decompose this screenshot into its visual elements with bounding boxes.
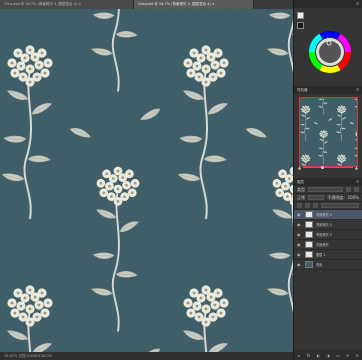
layer-thumbnail	[305, 211, 313, 218]
layers-footer: ∞ fx ◐ ◑ ▭ + ✕	[294, 350, 362, 360]
layer-row[interactable]: ◉ 背景	[294, 260, 362, 270]
status-bar: 16.67% 文档:3.00M/126.0M	[0, 352, 293, 360]
layer-kind-select[interactable]	[308, 187, 343, 192]
blend-row: 正常 不透明度: 100%	[294, 194, 362, 202]
zoom-knob[interactable]	[321, 165, 325, 169]
zoom-out-icon[interactable]: ▲	[298, 165, 301, 170]
background-swatch[interactable]	[297, 22, 304, 29]
lock-icon[interactable]	[297, 203, 302, 208]
layer-thumbnail	[305, 231, 313, 238]
hamburger-icon[interactable]: ☰	[356, 2, 359, 6]
lock-row	[294, 202, 362, 210]
color-wheel[interactable]	[308, 30, 352, 74]
eye-icon[interactable]: ◉	[297, 222, 302, 227]
eye-icon[interactable]: ◉	[297, 212, 302, 217]
blend-mode-dropdown[interactable]	[308, 195, 325, 200]
navigator-title[interactable]: 导航器	[297, 88, 308, 93]
document-tab-label: Unsaved @ 16.7% (背景拷贝 4, 图层混合 4) ×	[138, 2, 215, 6]
lock-icon[interactable]	[305, 203, 310, 208]
layer-name: 背景拷贝	[316, 243, 329, 247]
layer-row[interactable]: ◉ 图层 1	[294, 250, 362, 260]
layer-filter-row: 类型	[294, 186, 362, 194]
layer-name: 背景拷贝 3	[316, 223, 332, 227]
eye-icon[interactable]: ◉	[297, 262, 302, 267]
zoom-track[interactable]	[303, 165, 353, 169]
layer-row[interactable]: ◉ 背景拷贝 3	[294, 220, 362, 230]
document-tab-label: CH-s.psd @ 16.7% (背景拷贝 4, 图层混合 4) ×	[4, 2, 82, 6]
navigator-header: 导航器 ☰	[294, 86, 362, 94]
layer-row[interactable]: ◉ 背景拷贝 2	[294, 230, 362, 240]
pattern-canvas[interactable]	[0, 9, 293, 352]
document-tab-1[interactable]: CH-s.psd @ 16.7% (背景拷贝 4, 图层混合 4) ×	[0, 0, 134, 9]
eye-icon[interactable]: ◉	[297, 232, 302, 237]
filter-icon[interactable]	[354, 187, 359, 192]
layer-name: 背景拷贝 4	[316, 213, 332, 217]
trash-icon[interactable]: ✕	[355, 353, 358, 358]
folder-icon[interactable]: ▭	[336, 353, 340, 358]
document-area: CH-s.psd @ 16.7% (背景拷贝 4, 图层混合 4) × Unsa…	[0, 0, 293, 360]
blend-mode-select[interactable]: 正常	[297, 195, 305, 201]
document-tab-2[interactable]: Unsaved @ 16.7% (背景拷贝 4, 图层混合 4) ×	[134, 0, 254, 9]
mask-icon[interactable]: ◐	[317, 353, 321, 358]
zoom-in-icon[interactable]: ▲	[355, 165, 358, 170]
layer-thumbnail	[305, 251, 313, 258]
layer-kind-label[interactable]: 类型	[297, 187, 305, 193]
adjustment-icon[interactable]: ◑	[326, 353, 330, 358]
layer-row[interactable]: ◉ 背景拷贝	[294, 240, 362, 250]
link-icon[interactable]: ∞	[297, 353, 300, 358]
fill-field[interactable]	[321, 203, 359, 208]
layer-name: 背景	[316, 263, 323, 267]
lock-icon[interactable]	[313, 203, 318, 208]
status-text: 16.67% 文档:3.00M/126.0M	[4, 354, 52, 358]
hamburger-icon[interactable]: ☰	[356, 180, 359, 184]
layer-row[interactable]: ◉ 背景拷贝 4	[294, 210, 362, 220]
eye-icon[interactable]: ◉	[297, 242, 302, 247]
right-panels: ☰ 导航器 ☰ ▲ ▲ 图层 ☰ 类型 正常 不透明度: 100% ◉ 背景拷贝…	[293, 0, 362, 360]
new-layer-icon[interactable]: +	[346, 353, 349, 358]
layer-thumbnail	[305, 241, 313, 248]
opacity-label: 不透明度:	[327, 194, 345, 200]
layers-header: 图层 ☰	[294, 178, 362, 186]
layer-thumbnail	[305, 261, 313, 268]
layer-thumbnail	[305, 221, 313, 228]
layer-name: 图层 1	[316, 253, 326, 257]
filter-icon[interactable]	[346, 187, 351, 192]
opacity-value[interactable]: 100%	[348, 195, 359, 200]
color-panel-header: ☰	[294, 0, 362, 8]
navigator-panel: 导航器 ☰ ▲ ▲	[294, 86, 362, 174]
foreground-swatch[interactable]	[297, 12, 304, 19]
fx-icon[interactable]: fx	[307, 353, 311, 358]
color-panel: ☰	[294, 0, 362, 84]
layers-panel: 图层 ☰ 类型 正常 不透明度: 100% ◉ 背景拷贝 4 ◉ 背景拷贝 3 …	[294, 178, 362, 360]
eye-icon[interactable]: ◉	[297, 252, 302, 257]
color-tools	[297, 12, 304, 29]
hamburger-icon[interactable]: ☰	[356, 88, 359, 92]
layer-name: 背景拷贝 2	[316, 233, 332, 237]
navigator-zoom-slider[interactable]: ▲ ▲	[298, 164, 358, 170]
navigator-thumbnail[interactable]	[299, 97, 358, 167]
layers-tab[interactable]: 图层	[297, 180, 304, 185]
